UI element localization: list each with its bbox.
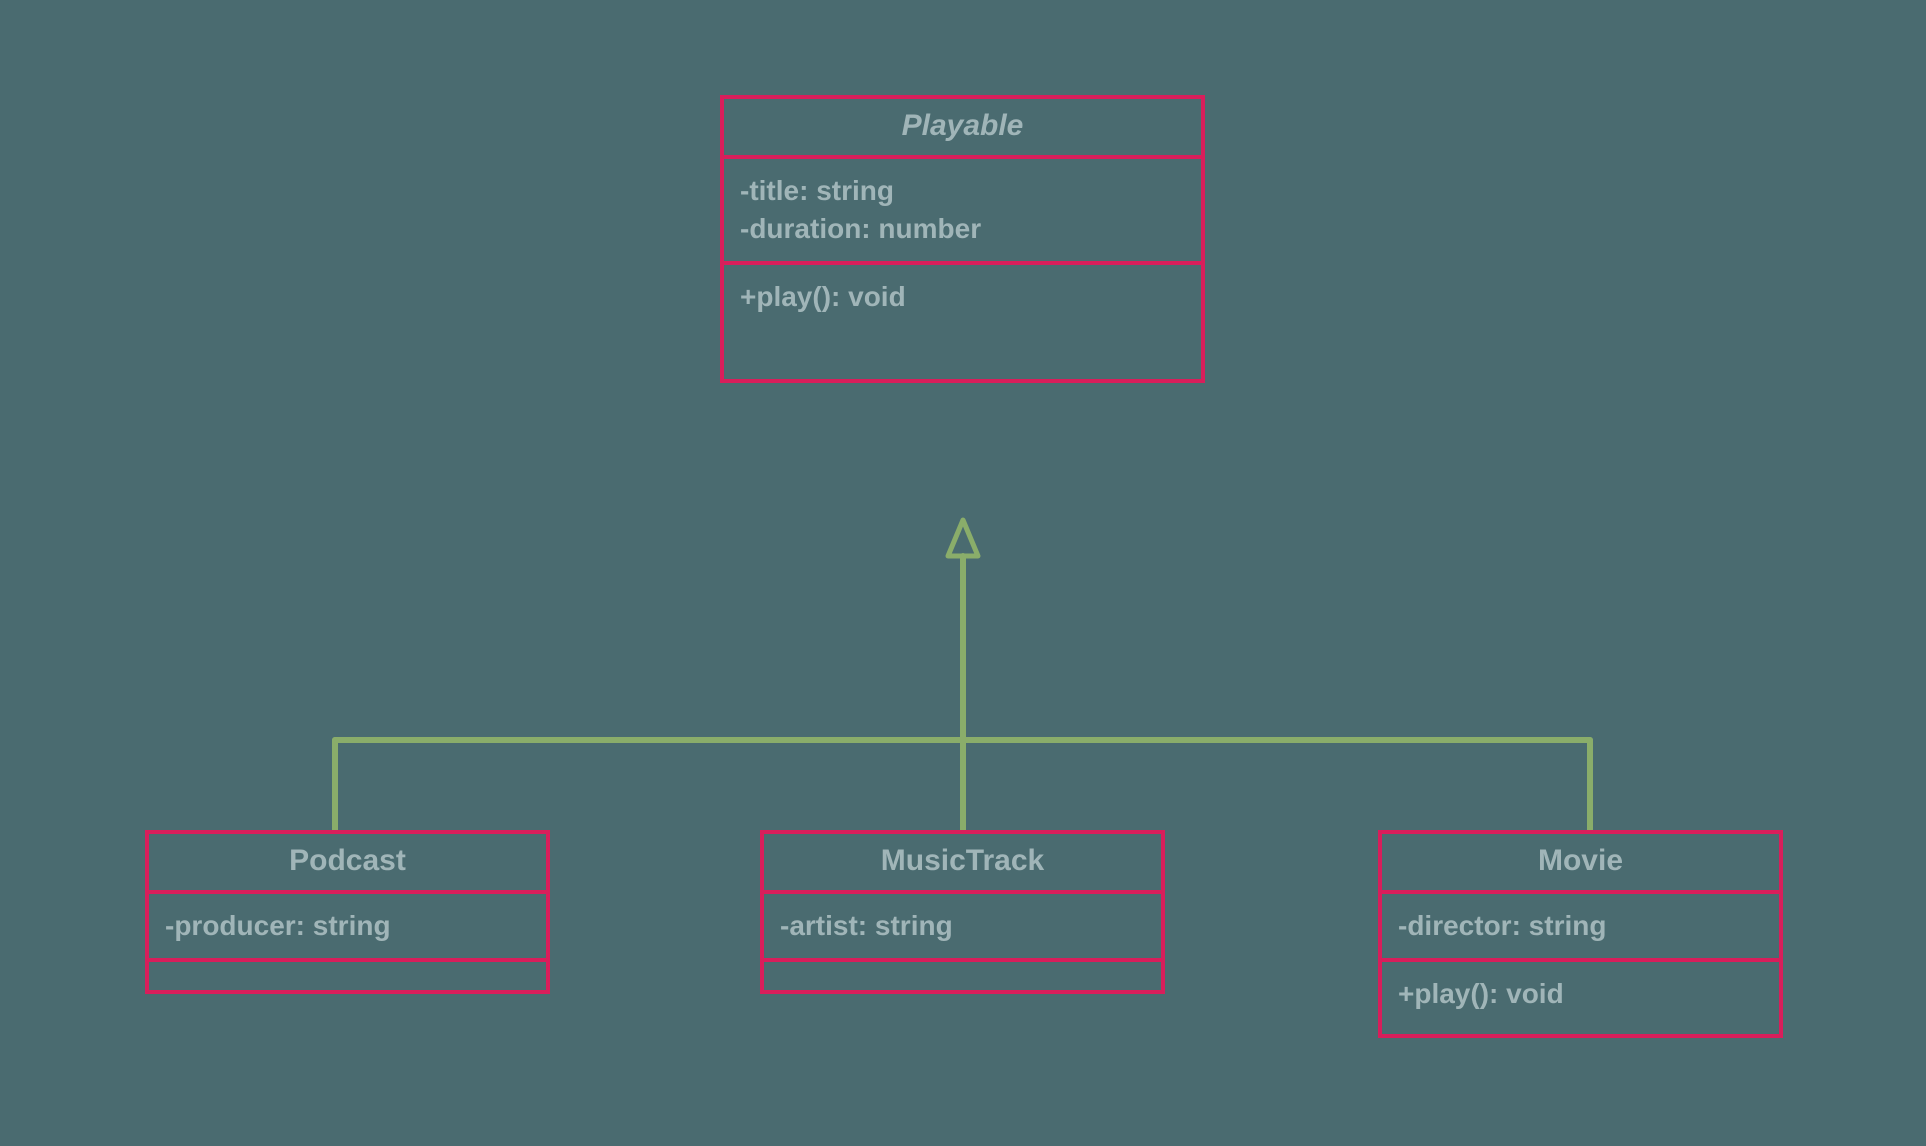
- class-podcast-methods: [149, 962, 546, 990]
- class-playable-attrs: -title: string -duration: number: [724, 159, 1201, 265]
- class-movie-attrs: -director: string: [1382, 894, 1779, 962]
- class-movie-title: Movie: [1382, 834, 1779, 894]
- attr-row: -title: string: [740, 175, 1185, 207]
- attr-row: -duration: number: [740, 213, 1185, 245]
- attr-row: -artist: string: [780, 910, 1145, 942]
- method-row: +play(): void: [740, 281, 1185, 313]
- class-playable: Playable -title: string -duration: numbe…: [720, 95, 1205, 383]
- class-musictrack-attrs: -artist: string: [764, 894, 1161, 962]
- class-musictrack: MusicTrack -artist: string: [760, 830, 1165, 994]
- uml-canvas: Playable -title: string -duration: numbe…: [0, 0, 1926, 1146]
- class-podcast-title: Podcast: [149, 834, 546, 894]
- class-movie: Movie -director: string +play(): void: [1378, 830, 1783, 1038]
- method-row: +play(): void: [1398, 978, 1763, 1010]
- class-playable-title: Playable: [724, 99, 1201, 159]
- class-musictrack-title: MusicTrack: [764, 834, 1161, 894]
- class-movie-methods: +play(): void: [1382, 962, 1779, 1034]
- class-podcast-attrs: -producer: string: [149, 894, 546, 962]
- attr-row: -director: string: [1398, 910, 1763, 942]
- class-playable-methods: +play(): void: [724, 265, 1201, 379]
- class-podcast: Podcast -producer: string: [145, 830, 550, 994]
- class-musictrack-methods: [764, 962, 1161, 990]
- attr-row: -producer: string: [165, 910, 530, 942]
